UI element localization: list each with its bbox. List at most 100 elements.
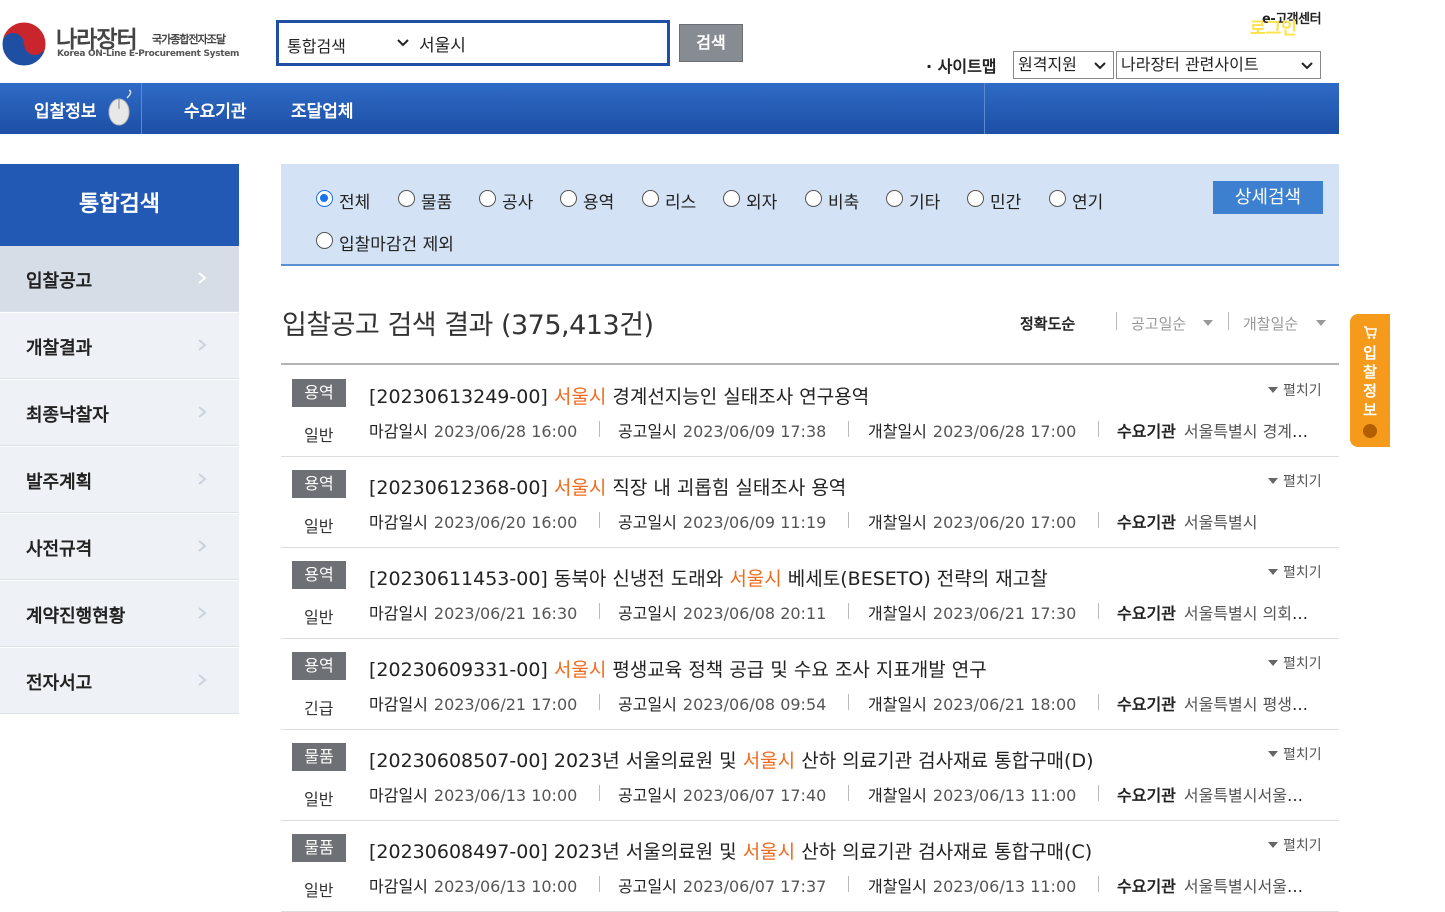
opening-date: 개찰일시 2023/06/28 17:00 (868, 418, 1076, 442)
bid-kind: 일반 (304, 790, 334, 809)
sidebar-item-pre-spec[interactable]: 사전규격 (0, 514, 239, 580)
result-title-link[interactable]: [20230612368-00] 서울시 직장 내 괴롭힘 실태조사 용역 (369, 473, 846, 500)
sidebar-item-label: 입찰공고 (26, 271, 93, 292)
meta-label: 수요기관 (1117, 786, 1176, 805)
chevron-right-icon (198, 473, 207, 485)
chevron-right-icon (198, 406, 207, 418)
login-button[interactable]: 로그인 (1250, 14, 1297, 39)
meta-value: 2023/06/28 17:00 (932, 422, 1077, 441)
meta-value: 2023/06/21 17:30 (932, 604, 1077, 623)
sidebar-item-label: 개찰결과 (26, 338, 93, 359)
divider (599, 603, 600, 619)
divider (848, 512, 849, 528)
logo[interactable]: 나라장터 국가종합전자조달 Korea ON-Line E-Procuremen… (0, 14, 262, 70)
related-sites-select[interactable]: 나라장터 관련사이트 (1116, 51, 1321, 79)
title-highlight: 서울시 (553, 386, 607, 408)
caret-down-icon (1268, 751, 1278, 757)
bid-kind: 일반 (304, 517, 334, 536)
result-item[interactable]: 물품일반 [20230608507-00] 2023년 서울의료원 및 서울시 산… (281, 730, 1339, 821)
search-button[interactable]: 검색 (679, 24, 743, 62)
sidebar-item-contract-status[interactable]: 계약진행현황 (0, 581, 239, 647)
opening-date: 개찰일시 2023/06/21 17:30 (868, 600, 1076, 624)
result-title-link[interactable]: [20230613249-00] 서울시 경계선지능인 실태조사 연구용역 (369, 382, 869, 409)
sort-accuracy[interactable]: 정확도순 (1020, 313, 1075, 334)
sidebar-item-e-archive[interactable]: 전자서고 (0, 648, 239, 714)
sort-opening-date[interactable]: 개찰일순 (1243, 313, 1298, 334)
category-badge: 물품 (292, 743, 346, 771)
expand-button[interactable]: 펼치기 (1283, 562, 1322, 582)
result-title-link[interactable]: [20230611453-00] 동북아 신냉전 도래와 서울시 베세토(BES… (369, 564, 1048, 591)
sidebar-item-order-plan[interactable]: 발주계획 (0, 447, 239, 513)
nav-item-demand-org[interactable]: 수요기관 (184, 97, 247, 122)
nav-item-bid-info[interactable]: 입찰정보 (0, 83, 142, 134)
title-highlight: 서울시 (742, 841, 796, 863)
meta-label: 마감일시 (369, 877, 428, 896)
search-category-select[interactable]: 통합검색 (287, 33, 346, 57)
bid-kind: 일반 (304, 426, 334, 445)
filter-panel: 전체 물품 공사 용역 리스 외자 비축 기타 민간 연기 입찰마감건 제외 상… (281, 164, 1339, 266)
bid-kind: 일반 (304, 881, 334, 900)
divider (599, 694, 600, 710)
meta-label: 개찰일시 (868, 695, 927, 714)
deadline: 마감일시 2023/06/21 17:00 (369, 691, 577, 715)
deadline: 마감일시 2023/06/13 10:00 (369, 782, 577, 806)
detail-search-button[interactable]: 상세검색 (1213, 181, 1323, 214)
expand-button[interactable]: 펼치기 (1283, 835, 1322, 855)
meta-value: 2023/06/21 17:00 (433, 695, 578, 714)
result-item[interactable]: 용역긴급 [20230609331-00] 서울시 평생교육 정책 공급 및 수요… (281, 639, 1339, 730)
result-title-link[interactable]: [20230609331-00] 서울시 평생교육 정책 공급 및 수요 조사 … (369, 655, 987, 682)
expand-button[interactable]: 펼치기 (1283, 653, 1322, 673)
title-highlight: 서울시 (742, 750, 796, 772)
opening-date: 개찰일시 2023/06/20 17:00 (868, 509, 1076, 533)
meta-label: 개찰일시 (868, 422, 927, 441)
divider (848, 694, 849, 710)
meta-value: 서울특별시 경계선지능인 (1183, 422, 1317, 441)
meta-value: 2023/06/20 16:00 (433, 513, 578, 532)
demand-org: 수요기관 서울특별시 평생교육국 (1117, 691, 1317, 715)
opening-date: 개찰일시 2023/06/21 18:00 (868, 691, 1076, 715)
demand-org: 수요기관 서울특별시서울의료원 (1117, 873, 1317, 897)
expand-button[interactable]: 펼치기 (1283, 380, 1322, 400)
notice-date: 공고일시 2023/06/07 17:40 (618, 782, 826, 806)
meta-value: 서울특별시 의회사무처 (1183, 604, 1317, 623)
result-item[interactable]: 용역 일반 [20230611453-00] 동북아 신냉전 도래와 서울시 베세토… (281, 548, 1339, 639)
nav-item-supplier[interactable]: 조달업체 (291, 97, 354, 122)
title-prefix: [20230611453-00] 동북아 신냉전 도래와 (369, 568, 730, 590)
sidebar-item-bid-notice[interactable]: 입찰공고 (0, 246, 239, 312)
demand-org: 수요기관 서울특별시 경계선지능인 (1117, 418, 1317, 442)
meta-value: 서울특별시 (1183, 513, 1258, 532)
sidebar-item-opening-result[interactable]: 개찰결과 (0, 313, 239, 379)
bid-info-float-tab[interactable]: 입찰정보 (1350, 314, 1390, 447)
remote-support-select-value: 원격지원 (1018, 55, 1077, 74)
float-tab-label: 입찰정보 (1363, 344, 1377, 419)
sitemap-link[interactable]: · 사이트맵 (926, 53, 997, 77)
opening-date: 개찰일시 2023/06/13 11:00 (868, 782, 1076, 806)
result-item[interactable]: 용역 일반 [20230613249-00] 서울시 경계선지능인 실태조사 연구용… (281, 366, 1339, 457)
result-title-link[interactable]: [20230608497-00] 2023년 서울의료원 및 서울시 산하 의료… (369, 837, 1092, 864)
divider (1116, 312, 1117, 330)
meta-value: 2023/06/07 17:40 (682, 786, 827, 805)
sort-notice-date[interactable]: 공고일순 (1131, 313, 1186, 334)
radio-label: 전체 (339, 193, 371, 213)
expand-button[interactable]: 펼치기 (1283, 744, 1322, 764)
radio-icon (1049, 190, 1066, 207)
title-highlight: 서울시 (729, 568, 782, 590)
remote-support-select[interactable]: 원격지원 (1013, 51, 1114, 79)
sidebar-item-final-winner[interactable]: 최종낙찰자 (0, 380, 239, 446)
divider (281, 363, 1339, 365)
result-item[interactable]: 용역 일반 [20230612368-00] 서울시 직장 내 괴롭힘 실태조사 용… (281, 457, 1339, 548)
meta-label: 공고일시 (618, 786, 677, 805)
meta-label: 수요기관 (1117, 877, 1176, 896)
expand-button[interactable]: 펼치기 (1283, 471, 1322, 491)
search-input[interactable] (419, 31, 659, 55)
meta-label: 마감일시 (369, 513, 428, 532)
category-badge: 용역 (292, 652, 346, 680)
chevron-down-icon[interactable] (395, 35, 411, 51)
meta-label: 개찰일시 (868, 513, 927, 532)
meta-label: 수요기관 (1117, 422, 1176, 441)
bid-kind: 긴급 (304, 699, 334, 718)
result-item[interactable]: 물품 일반 [20230608497-00] 2023년 서울의료원 및 서울시 산… (281, 821, 1339, 912)
chevron-right-icon (198, 540, 207, 552)
result-title-link[interactable]: [20230608507-00] 2023년 서울의료원 및 서울시 산하 의료… (369, 746, 1094, 773)
deadline: 마감일시 2023/06/20 16:00 (369, 509, 577, 533)
